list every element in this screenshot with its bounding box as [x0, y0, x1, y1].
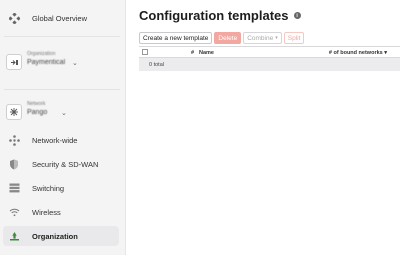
divider — [4, 36, 120, 37]
sidebar-item-label: Organization — [32, 231, 78, 241]
organization-picker[interactable]: Organization Paymentical ⌄ — [4, 50, 120, 76]
sidebar-item-label: Security & SD-WAN — [32, 159, 99, 169]
delete-button[interactable]: Delete — [214, 32, 242, 44]
sidebar: Global Overview Organization Paymentical… — [0, 0, 126, 255]
sidebar-item-label: Wireless — [32, 207, 61, 217]
sidebar-item-network-wide[interactable]: Network-wide — [3, 130, 119, 150]
chevron-down-icon: ▾ — [275, 35, 278, 41]
global-overview-icon — [8, 12, 20, 24]
network-wide-icon — [8, 134, 20, 146]
divider — [4, 89, 120, 90]
column-header-bound-networks-label: # of bound networks — [328, 50, 383, 56]
total-count: 0 total — [149, 62, 164, 68]
organization-picker-caption: Organization — [27, 51, 56, 57]
sidebar-item-security[interactable]: Security & SD-WAN — [3, 154, 119, 174]
sidebar-item-label: Network-wide — [32, 135, 78, 145]
table-footer: 0 total — [139, 58, 400, 71]
toolbar: Create a new template Delete Combine ▾ S… — [139, 32, 305, 44]
column-header-name[interactable]: Name — [199, 50, 214, 56]
sidebar-item-organization[interactable]: Organization — [3, 226, 119, 246]
split-button[interactable]: Split — [283, 32, 305, 44]
wifi-icon — [8, 206, 20, 218]
sidebar-item-switching[interactable]: Switching — [3, 178, 119, 198]
combine-label: Combine — [247, 34, 274, 42]
network-picker-caption: Network — [27, 101, 46, 107]
organization-icon — [8, 230, 20, 242]
chevron-down-icon: ⌄ — [61, 110, 67, 117]
global-overview-link[interactable]: Global Overview — [3, 8, 119, 28]
organization-picker-icon — [6, 54, 22, 70]
info-icon[interactable]: i — [293, 12, 301, 19]
network-picker-value: Pango — [27, 109, 48, 116]
combine-dropdown-button[interactable]: Combine ▾ — [243, 32, 282, 44]
sort-desc-icon: ▾ — [384, 50, 387, 56]
table-header: # Name # of bound networks ▾ — [139, 46, 400, 58]
column-header-index[interactable]: # — [191, 50, 194, 56]
organization-picker-value: Paymentical — [27, 59, 66, 66]
chevron-down-icon: ⌄ — [72, 60, 78, 67]
switch-icon — [8, 182, 20, 194]
network-picker-icon — [6, 104, 22, 120]
create-template-button[interactable]: Create a new template — [139, 32, 213, 44]
page-title-text: Configuration templates — [139, 8, 289, 23]
shield-icon — [8, 158, 20, 170]
sidebar-item-label: Switching — [32, 183, 65, 193]
page-title: Configuration templates i — [139, 8, 301, 23]
column-header-bound-networks[interactable]: # of bound networks ▾ — [329, 50, 387, 56]
global-overview-label: Global Overview — [32, 13, 88, 23]
select-all-checkbox[interactable] — [142, 49, 148, 55]
sidebar-item-wireless[interactable]: Wireless — [3, 202, 119, 222]
network-picker[interactable]: Network Pango ⌄ — [4, 100, 120, 126]
